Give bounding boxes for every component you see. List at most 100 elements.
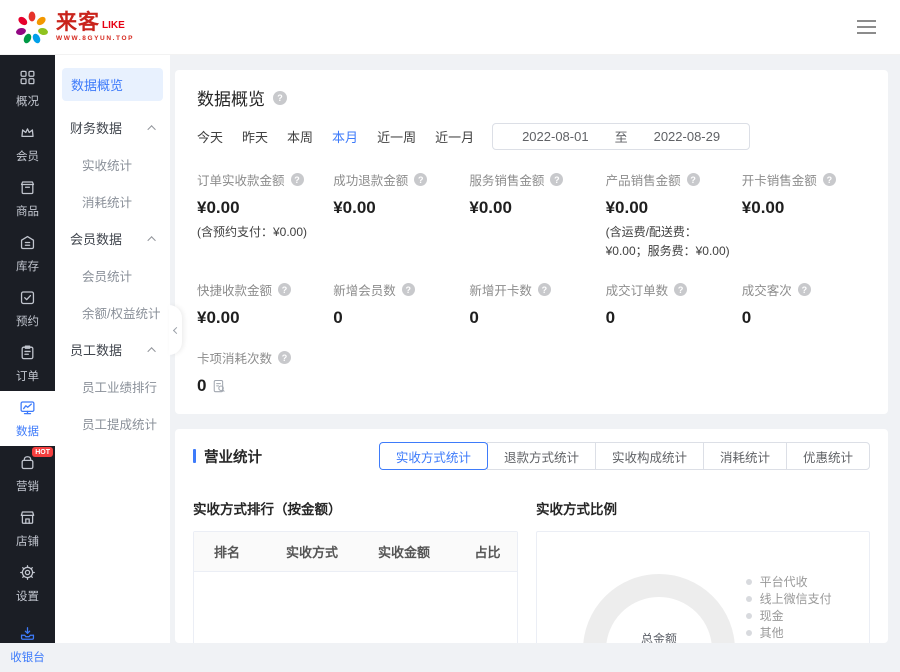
legend-item[interactable]: 线上微信支付 bbox=[746, 593, 845, 605]
legend-item[interactable]: 平台代收 bbox=[746, 576, 845, 588]
stat-label: 卡项消耗次数 bbox=[197, 348, 272, 367]
help-icon[interactable]: ? bbox=[798, 283, 811, 296]
tab-3[interactable]: 实收构成统计 bbox=[595, 442, 704, 470]
submenu-item[interactable]: 数据概览 bbox=[62, 68, 163, 101]
submenu-child-item[interactable]: 员工提成统计 bbox=[55, 405, 170, 442]
date-end: 2022-08-29 bbox=[654, 129, 721, 144]
sidebar-collapse-handle[interactable] bbox=[169, 305, 182, 355]
sidebar-item-data[interactable]: 数据 bbox=[0, 391, 55, 446]
submenu-child-item[interactable]: 会员统计 bbox=[55, 257, 170, 294]
legend-label: 平台代收 bbox=[760, 576, 808, 588]
stat-card: 订单实收款金额?¥0.00(含预约支付：¥0.00) bbox=[197, 170, 321, 242]
quick-filter[interactable]: 近一月 bbox=[435, 127, 474, 146]
quick-filter[interactable]: 今天 bbox=[197, 127, 223, 146]
stat-value: 0 bbox=[606, 308, 615, 328]
stat-card: 新增会员数?0 bbox=[333, 280, 457, 328]
stat-value: 0 bbox=[742, 308, 751, 328]
stat-label: 订单实收款金额 bbox=[197, 170, 285, 189]
donut-center-label: 总金额 bbox=[641, 630, 677, 643]
submenu-group[interactable]: 员工数据 bbox=[55, 331, 170, 368]
help-icon[interactable]: ? bbox=[823, 173, 836, 186]
help-icon[interactable]: ? bbox=[278, 351, 291, 364]
stat-card: 服务销售金额?¥0.00 bbox=[469, 170, 593, 218]
top-header: 来客 LIKE WWW.8GYUN.TOP bbox=[0, 0, 900, 55]
quick-filter[interactable]: 本月 bbox=[332, 127, 358, 146]
sidebar-item-booking[interactable]: 预约 bbox=[0, 281, 55, 336]
app-logo: 来客 LIKE WWW.8GYUN.TOP bbox=[14, 9, 134, 45]
quick-filter[interactable]: 昨天 bbox=[242, 127, 268, 146]
legend-label: 线上微信支付 bbox=[760, 593, 832, 605]
title-accent-bar bbox=[193, 449, 196, 463]
submenu-group[interactable]: 会员数据 bbox=[55, 220, 170, 257]
submenu-group[interactable]: 财务数据 bbox=[55, 109, 170, 146]
tab-5[interactable]: 优惠统计 bbox=[786, 442, 870, 470]
business-stats-tabs: 实收方式统计退款方式统计实收构成统计消耗统计优惠统计 bbox=[379, 442, 870, 470]
stat-value: ¥0.00 bbox=[606, 198, 649, 218]
gear-icon bbox=[19, 564, 36, 584]
sidebar-item-cashier[interactable]: 收银台 bbox=[0, 617, 55, 672]
page-title: 数据概览 bbox=[197, 85, 265, 110]
help-icon[interactable]: ? bbox=[273, 91, 287, 105]
stat-label: 新增开卡数 bbox=[469, 280, 532, 299]
logo-flower-icon bbox=[14, 9, 50, 45]
sidebar-item-label: 概况 bbox=[16, 93, 39, 109]
legend-label: 现金 bbox=[760, 610, 784, 622]
stat-label: 开卡销售金额 bbox=[742, 170, 817, 189]
help-icon[interactable]: ? bbox=[278, 283, 291, 296]
submenu-group-label: 会员数据 bbox=[70, 229, 122, 248]
help-icon[interactable]: ? bbox=[402, 283, 415, 296]
help-icon[interactable]: ? bbox=[291, 173, 304, 186]
view-detail-icon[interactable] bbox=[212, 379, 226, 393]
sidebar-item-products[interactable]: 商品 bbox=[0, 171, 55, 226]
help-icon[interactable]: ? bbox=[414, 173, 427, 186]
sidebar-item-label: 预约 bbox=[16, 313, 39, 329]
table-column-header: 实收金额 bbox=[358, 542, 458, 561]
payment-ratio-panel: 实收方式比例 总金额 ¥0.00 平台代收线上微信支付现金其他微信（记账）支付宝… bbox=[536, 498, 870, 643]
submenu-child-item[interactable]: 消耗统计 bbox=[55, 183, 170, 220]
date-separator: 至 bbox=[615, 127, 628, 146]
submenu-child-item[interactable]: 实收统计 bbox=[55, 146, 170, 183]
sidebar-item-inventory[interactable]: 库存 bbox=[0, 226, 55, 281]
legend-dot-icon bbox=[746, 630, 752, 636]
stat-label: 成交订单数 bbox=[606, 280, 669, 299]
help-icon[interactable]: ? bbox=[687, 173, 700, 186]
legend-item[interactable]: 现金 bbox=[746, 610, 845, 622]
crown-icon bbox=[19, 124, 36, 144]
secondary-sidebar: 数据概览财务数据实收统计消耗统计会员数据会员统计余额/权益统计员工数据员工业绩排… bbox=[55, 55, 170, 643]
help-icon[interactable]: ? bbox=[674, 283, 687, 296]
help-icon[interactable]: ? bbox=[538, 283, 551, 296]
date-range-picker[interactable]: 2022-08-01 至 2022-08-29 bbox=[492, 123, 750, 150]
hamburger-icon[interactable] bbox=[853, 16, 880, 38]
business-stats-title: 营业统计 bbox=[204, 446, 262, 467]
sidebar-item-members[interactable]: 会员 bbox=[0, 116, 55, 171]
stat-card: 开卡销售金额?¥0.00 bbox=[742, 170, 866, 218]
stat-card: 成功退款金额?¥0.00 bbox=[333, 170, 457, 218]
sidebar-item-label: 库存 bbox=[16, 258, 39, 274]
chart-legend: 平台代收线上微信支付现金其他微信（记账）支付宝（记账）POS机（记账）团购（记账… bbox=[746, 574, 845, 643]
submenu-child-item[interactable]: 余额/权益统计 bbox=[55, 294, 170, 331]
tab-1[interactable]: 实收方式统计 bbox=[379, 442, 488, 470]
overview-card: 数据概览 ? 今天昨天本周本月近一周近一月 2022-08-01 至 2022-… bbox=[175, 70, 888, 414]
sidebar-item-overview[interactable]: 概况 bbox=[0, 61, 55, 116]
quick-filter[interactable]: 本周 bbox=[287, 127, 313, 146]
stat-value: ¥0.00 bbox=[197, 198, 240, 218]
logo-subtitle: LIKE bbox=[102, 21, 125, 31]
tab-4[interactable]: 消耗统计 bbox=[703, 442, 787, 470]
payment-rank-table: 排名实收方式实收金额占比 暂无数据 bbox=[193, 531, 518, 643]
submenu-child-item[interactable]: 员工业绩排行 bbox=[55, 368, 170, 405]
sidebar-item-shop[interactable]: 店铺 bbox=[0, 501, 55, 556]
legend-item[interactable]: 其他 bbox=[746, 627, 845, 639]
table-column-header: 排名 bbox=[194, 542, 266, 561]
tab-2[interactable]: 退款方式统计 bbox=[487, 442, 596, 470]
quick-date-filters: 今天昨天本周本月近一周近一月 bbox=[197, 127, 474, 146]
sidebar-item-marketing[interactable]: 营销HOT bbox=[0, 446, 55, 501]
quick-filter[interactable]: 近一周 bbox=[377, 127, 416, 146]
legend-dot-icon bbox=[746, 579, 752, 585]
help-icon[interactable]: ? bbox=[550, 173, 563, 186]
submenu-group-label: 财务数据 bbox=[70, 118, 122, 137]
sidebar-item-orders[interactable]: 订单 bbox=[0, 336, 55, 391]
stat-card: 快捷收款金额?¥0.00 bbox=[197, 280, 321, 328]
sidebar-item-settings[interactable]: 设置 bbox=[0, 556, 55, 611]
stat-label: 产品销售金额 bbox=[606, 170, 681, 189]
primary-sidebar: 概况会员商品库存预约订单数据营销HOT店铺设置收银台 bbox=[0, 55, 55, 643]
